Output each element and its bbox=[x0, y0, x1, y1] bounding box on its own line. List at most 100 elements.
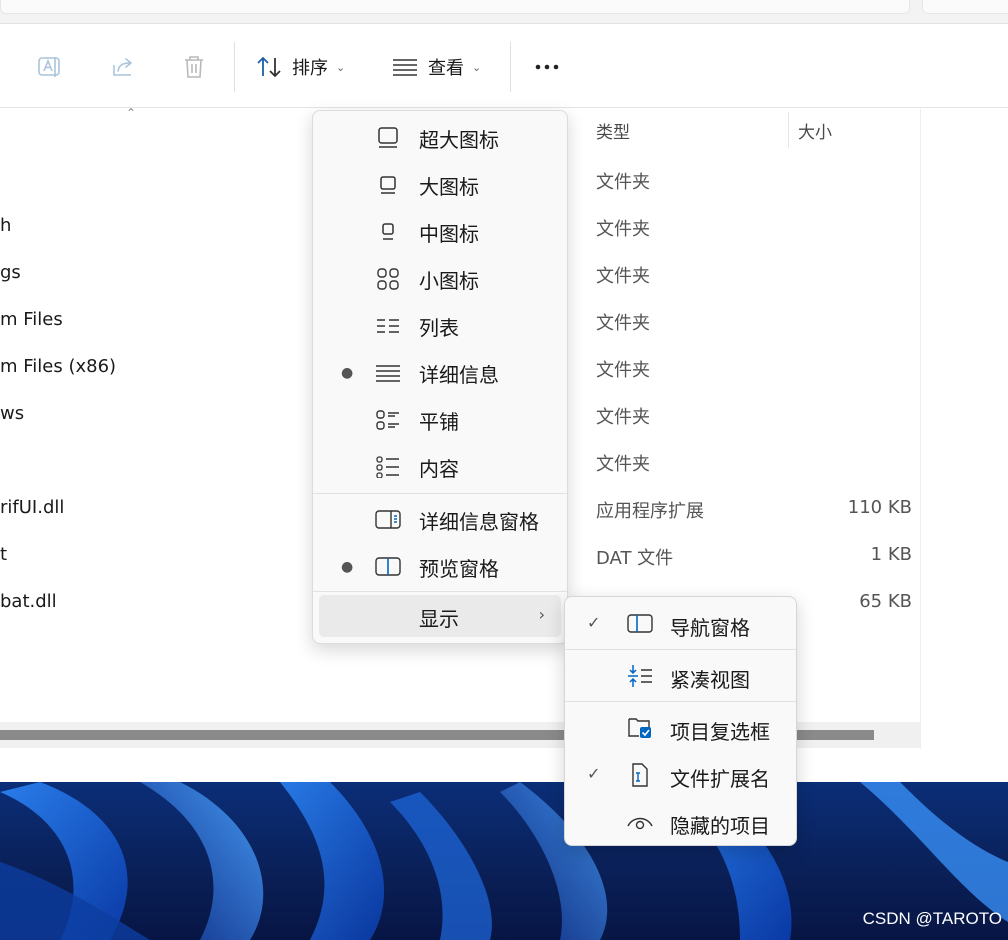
toolbar-separator bbox=[510, 42, 511, 92]
menu-item-label: 小图标 bbox=[419, 268, 479, 293]
menu-item-label: 详细信息窗格 bbox=[419, 509, 539, 534]
item-checkboxes-icon bbox=[627, 716, 653, 740]
submenu-item-label: 文件扩展名 bbox=[670, 767, 770, 791]
size-cell: 1 KB bbox=[870, 544, 912, 565]
size-cell: 65 KB bbox=[859, 591, 912, 612]
address-bar[interactable] bbox=[0, 0, 910, 14]
sort-button[interactable]: 排序 ⌄ bbox=[256, 48, 345, 86]
details-pane-icon bbox=[375, 509, 401, 531]
menu-separator bbox=[313, 493, 567, 494]
menu-item-preview-pane[interactable]: ● 预览窗格 bbox=[313, 544, 567, 590]
menu-item-tiles[interactable]: 平铺 bbox=[313, 397, 567, 443]
selected-dot-icon: ● bbox=[341, 365, 354, 381]
medium-icons-icon bbox=[375, 221, 401, 243]
submenu-item-hidden-items[interactable]: 隐藏的项目 bbox=[565, 799, 796, 845]
menu-item-label: 显示 bbox=[419, 607, 459, 631]
submenu-item-label: 导航窗格 bbox=[670, 616, 750, 640]
submenu-item-item-checkboxes[interactable]: 项目复选框 bbox=[565, 705, 796, 751]
menu-item-extra-large-icons[interactable]: 超大图标 bbox=[313, 115, 567, 161]
file-name[interactable]: t bbox=[0, 544, 7, 565]
submenu-item-compact-view[interactable]: 紧凑视图 bbox=[565, 653, 796, 699]
type-cell: 文件夹 bbox=[596, 407, 650, 428]
menu-item-show[interactable]: 显示 › bbox=[319, 595, 561, 637]
preview-pane-edge bbox=[920, 109, 1008, 749]
menu-item-details[interactable]: ● 详细信息 bbox=[313, 350, 567, 396]
sort-label: 排序 bbox=[292, 58, 328, 79]
command-bar: 排序 ⌄ 查看 ⌄ bbox=[0, 26, 1008, 108]
hidden-items-icon bbox=[627, 810, 653, 834]
file-name[interactable]: bat.dll bbox=[0, 591, 57, 612]
menu-item-label: 中图标 bbox=[419, 221, 479, 246]
menu-item-list[interactable]: 列表 bbox=[313, 303, 567, 349]
menu-separator bbox=[565, 649, 796, 650]
column-header-type[interactable]: 类型 bbox=[596, 109, 630, 151]
navigation-pane-icon bbox=[627, 612, 653, 636]
menu-item-label: 详细信息 bbox=[419, 362, 499, 387]
file-name[interactable]: m Files bbox=[0, 309, 63, 330]
list-icon bbox=[375, 315, 401, 337]
delete-button[interactable] bbox=[174, 48, 214, 86]
file-name[interactable]: m Files (x86) bbox=[0, 356, 116, 377]
rename-icon bbox=[37, 54, 63, 80]
submenu-item-navigation-pane[interactable]: ✓ 导航窗格 bbox=[565, 601, 796, 647]
menu-item-details-pane[interactable]: 详细信息窗格 bbox=[313, 497, 567, 543]
menu-item-medium-icons[interactable]: 中图标 bbox=[313, 209, 567, 255]
share-button[interactable] bbox=[103, 48, 143, 86]
menu-item-content[interactable]: 内容 bbox=[313, 444, 567, 490]
type-cell: 文件夹 bbox=[596, 454, 650, 475]
tiles-icon bbox=[375, 409, 401, 431]
size-cell: 110 KB bbox=[847, 497, 912, 518]
checkmark-icon: ✓ bbox=[587, 764, 601, 783]
toolbar-separator bbox=[234, 42, 235, 92]
type-cell: 文件夹 bbox=[596, 360, 650, 381]
view-icon bbox=[392, 54, 418, 80]
submenu-item-file-extensions[interactable]: ✓ 文件扩展名 bbox=[565, 752, 796, 798]
type-cell: 文件夹 bbox=[596, 172, 650, 193]
menu-item-large-icons[interactable]: 大图标 bbox=[313, 162, 567, 208]
file-name[interactable]: gs bbox=[0, 262, 21, 283]
file-name[interactable]: ws bbox=[0, 403, 24, 424]
watermark: CSDN @TAROTO bbox=[862, 909, 1002, 928]
menu-item-label: 超大图标 bbox=[419, 127, 499, 152]
show-submenu: ✓ 导航窗格 紧凑视图 项目复选框 ✓ 文件扩展名 隐藏的项目 bbox=[564, 596, 797, 846]
checkmark-icon: ✓ bbox=[587, 613, 601, 632]
submenu-item-label: 隐藏的项目 bbox=[670, 814, 770, 838]
content-icon bbox=[375, 456, 401, 479]
type-cell: 应用程序扩展 bbox=[596, 501, 704, 522]
rename-button[interactable] bbox=[30, 48, 70, 86]
view-menu: 超大图标 大图标 中图标 小图标 列表 ● 详细信息 平铺 内容 详细信息窗格 … bbox=[312, 110, 568, 644]
type-cell: 文件夹 bbox=[596, 266, 650, 287]
share-icon bbox=[110, 54, 136, 80]
file-name[interactable]: h bbox=[0, 215, 11, 236]
desktop-wallpaper bbox=[0, 782, 1008, 940]
chevron-down-icon: ⌄ bbox=[336, 60, 346, 74]
trash-icon bbox=[181, 54, 207, 80]
column-divider[interactable] bbox=[788, 112, 789, 148]
column-header-size[interactable]: 大小 bbox=[798, 109, 832, 151]
details-icon bbox=[375, 362, 401, 384]
menu-item-small-icons[interactable]: 小图标 bbox=[313, 256, 567, 302]
extra-large-icons-icon bbox=[375, 127, 401, 149]
type-cell: DAT 文件 bbox=[596, 548, 674, 569]
large-icons-icon bbox=[375, 174, 401, 196]
menu-item-label: 列表 bbox=[419, 315, 459, 340]
type-cell: 文件夹 bbox=[596, 313, 650, 334]
view-button[interactable]: 查看 ⌄ bbox=[392, 48, 481, 86]
menu-item-label: 大图标 bbox=[419, 174, 479, 199]
type-cell: 文件夹 bbox=[596, 219, 650, 240]
more-button[interactable] bbox=[530, 48, 564, 86]
menu-item-label: 内容 bbox=[419, 456, 459, 481]
bloom-wallpaper-art bbox=[0, 782, 1008, 940]
menu-separator bbox=[565, 701, 796, 702]
search-box[interactable] bbox=[922, 0, 1008, 14]
compact-view-icon bbox=[627, 664, 653, 688]
submenu-item-label: 项目复选框 bbox=[670, 720, 770, 744]
sort-up-icon: ⌃ bbox=[126, 106, 137, 120]
file-name[interactable]: rifUI.dll bbox=[0, 497, 64, 518]
selected-dot-icon: ● bbox=[341, 559, 354, 575]
preview-pane-icon bbox=[375, 556, 401, 578]
title-strip bbox=[0, 0, 1008, 24]
sort-icon bbox=[256, 54, 282, 80]
menu-item-label: 平铺 bbox=[419, 409, 459, 434]
view-label: 查看 bbox=[428, 58, 464, 79]
